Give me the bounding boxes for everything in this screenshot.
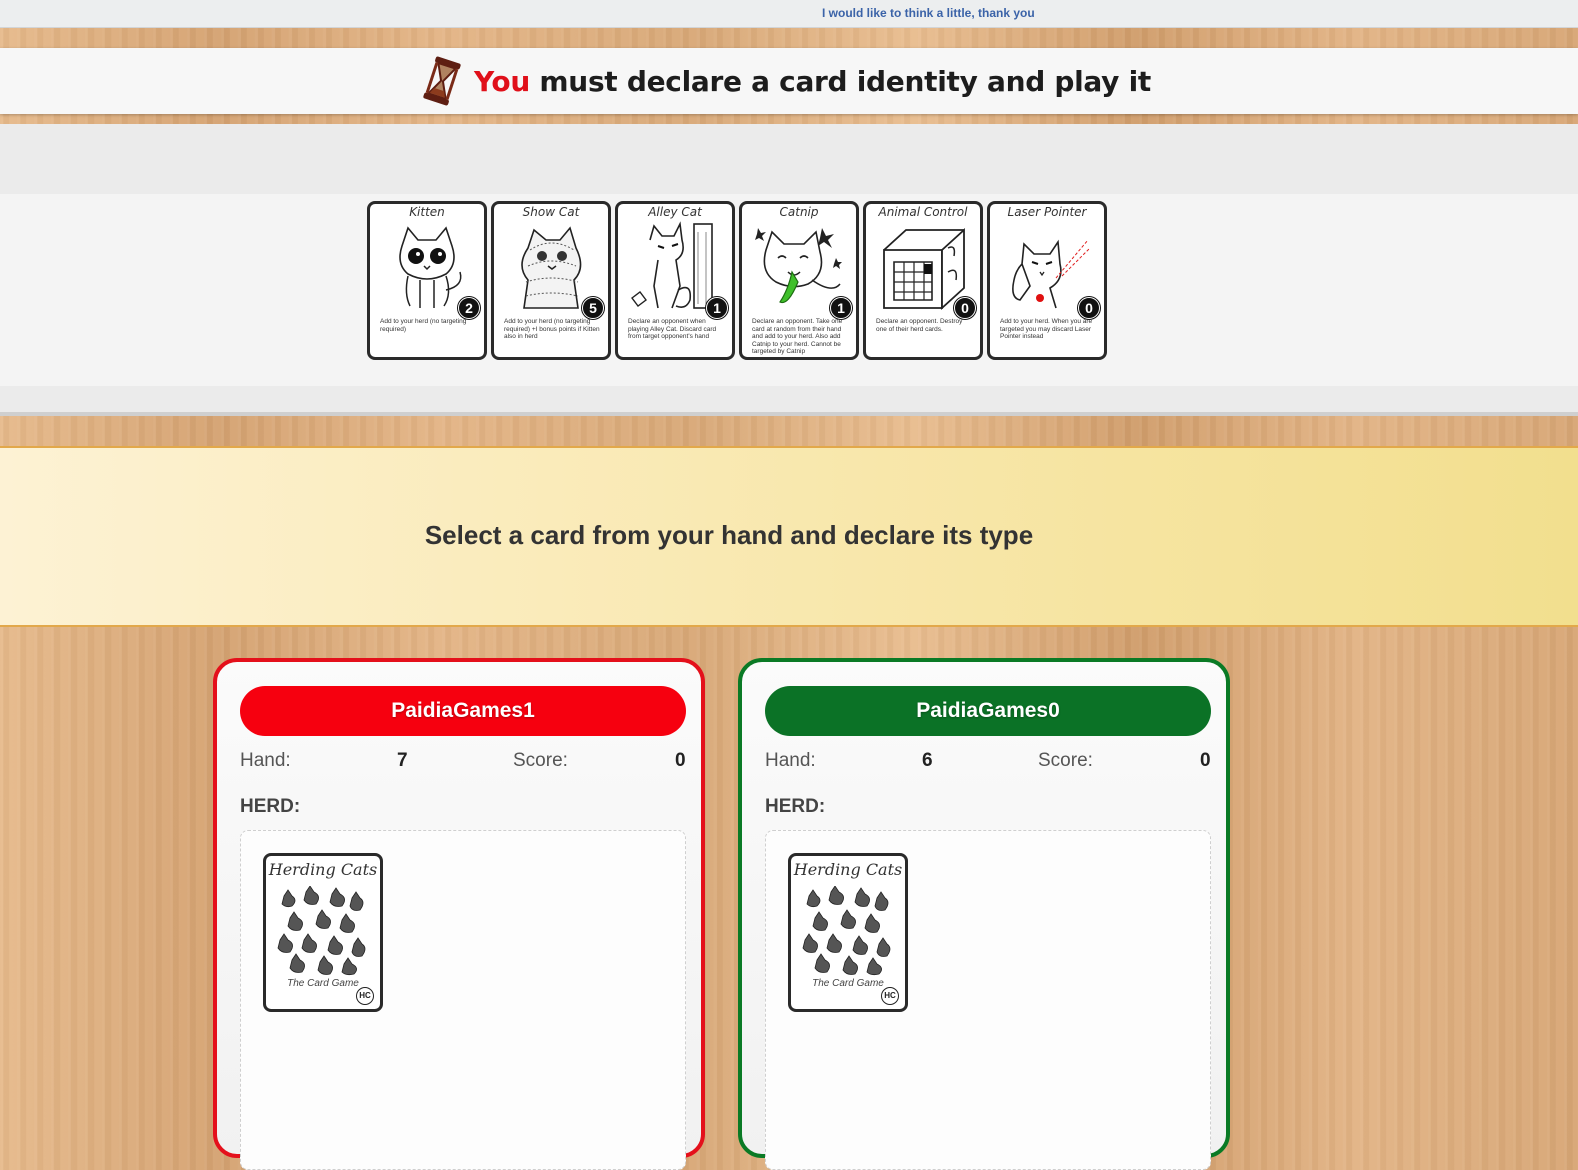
prompt-text: Select a card from your hand and declare… [424,520,1034,550]
card-title: Kitten [409,205,445,219]
card-text: Add to your herd (no targeting required) [380,318,467,333]
card-value: 1 [830,297,852,319]
status-bar: You must declare a card identity and pla… [0,48,1578,114]
card-value: 5 [582,297,604,319]
hand-label: Hand: [765,750,816,771]
score-value: 0 [1200,750,1211,771]
player-name: PaidiaGames0 [765,686,1211,736]
card-alley-cat[interactable]: Alley Cat 1 Declare an opponent when pla… [615,201,735,360]
player-panel-paidiagames1: PaidiaGames1 Hand: 7 Score: 0 HERD: Herd… [213,658,705,1170]
card-reference-area: Kitten 2 Add to your herd (no targeting … [0,124,1578,416]
cats-illustration-icon [277,886,366,976]
status-message: You must declare a card identity and pla… [422,56,1151,106]
status-you: You [474,64,530,98]
card-text: Declare an opponent when playing Alley C… [628,318,717,340]
card-laser-pointer[interactable]: Laser Pointer 0 Add to your herd. When y… [987,201,1107,360]
herd-card-title: Herding Cats [268,860,378,879]
card-kitten[interactable]: Kitten 2 Add to your herd (no targeting … [367,201,487,360]
card-show-cat[interactable]: Show Cat 5 Add to your herd (no targetin… [491,201,611,360]
hand-label: Hand: [240,750,291,771]
score-value: 0 [675,750,686,771]
status-text: must declare a card identity and play it [529,64,1151,98]
player-name: PaidiaGames1 [240,686,686,736]
herd-card-title: Herding Cats [793,860,903,879]
hand-count: 7 [397,750,408,771]
herd-label: HERD: [765,796,826,817]
score-label: Score: [513,750,568,771]
cats-illustration-icon [802,886,891,976]
card-title: Laser Pointer [1007,205,1087,219]
card-title: Animal Control [878,205,968,219]
card-value: 0 [1078,297,1100,319]
card-text: Declare an opponent. Destroy one of thei… [876,318,963,333]
card-value: 1 [706,297,728,319]
herd-area: Herding Cats The Card Game HC [240,830,686,1170]
score-label: Score: [1038,750,1093,771]
card-text: Add to your herd (no targeting required)… [504,318,600,340]
card-text: Declare an opponent. Take one card at ra… [752,318,843,355]
card-catnip[interactable]: Catnip 1 Declare an opponent. Take one c… [739,201,859,360]
prompt-banner: Select a card from your hand and declare… [0,446,1578,627]
card-title: Show Cat [522,205,580,219]
player-panel-paidiagames0: PaidiaGames0 Hand: 6 Score: 0 HERD: Herd… [738,658,1230,1170]
card-text: Add to your herd. When you are targeted … [1000,318,1093,340]
herd-card-badge: HC [881,987,899,1005]
herd-card[interactable]: Herding Cats The Card Game HC [263,853,383,1012]
herd-card-badge: HC [356,987,374,1005]
think-link[interactable]: I would like to think a little, thank yo… [822,6,1035,20]
card-title: Alley Cat [648,205,702,219]
card-value: 0 [954,297,976,319]
card-animal-control[interactable]: Animal Control 0 Declare an opponent. De… [863,201,983,360]
hand-count: 6 [922,750,933,771]
herd-area: Herding Cats The Card Game HC [765,830,1211,1170]
hourglass-icon [423,56,461,106]
reference-cards: Kitten 2 Add to your herd (no targeting … [367,201,1107,360]
card-title: Catnip [779,205,819,219]
top-bar: I would like to think a little, thank yo… [0,0,1578,28]
card-value: 2 [458,297,480,319]
herd-label: HERD: [240,796,301,817]
herd-card[interactable]: Herding Cats The Card Game HC [788,853,908,1012]
